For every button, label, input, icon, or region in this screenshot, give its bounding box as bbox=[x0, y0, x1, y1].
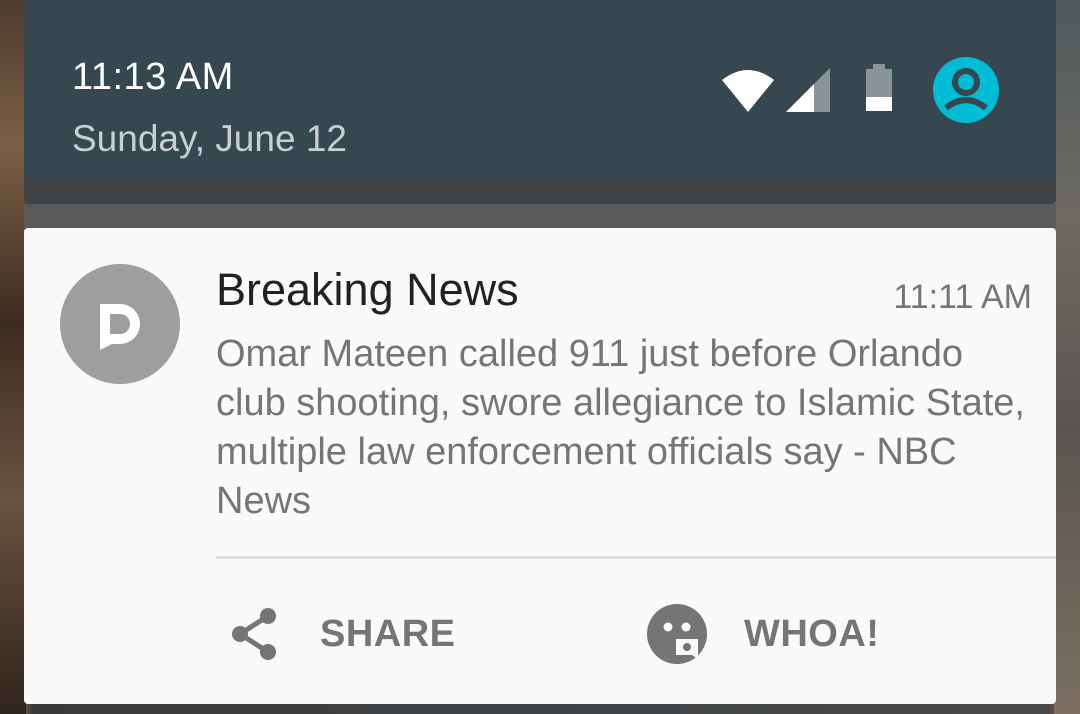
wifi-icon bbox=[722, 70, 774, 112]
notification-time: 11:11 AM bbox=[893, 278, 1032, 316]
share-button[interactable]: SHARE bbox=[228, 602, 456, 666]
notification-card[interactable]: Breaking News 11:11 AM Omar Mateen calle… bbox=[24, 228, 1056, 704]
status-clock: 11:13 AM bbox=[72, 56, 234, 98]
account-icon[interactable] bbox=[932, 56, 1000, 124]
whoa-face-icon bbox=[647, 604, 707, 664]
shade-scrim bbox=[24, 204, 1056, 228]
cell-signal-icon bbox=[786, 68, 830, 112]
header-shadow bbox=[24, 180, 1056, 204]
app-logo-icon bbox=[60, 264, 180, 384]
wallpaper-left bbox=[0, 0, 26, 714]
wallpaper-right bbox=[1054, 0, 1080, 714]
notification-body: Omar Mateen called 911 just before Orlan… bbox=[216, 333, 1025, 522]
whoa-label: WHOA! bbox=[744, 612, 880, 655]
notification-title: Breaking News bbox=[216, 264, 519, 315]
status-date: Sunday, June 12 bbox=[72, 118, 347, 159]
share-icon bbox=[232, 608, 276, 660]
share-label: SHARE bbox=[320, 612, 456, 655]
battery-icon bbox=[866, 64, 892, 111]
whoa-button[interactable]: WHOA! bbox=[646, 602, 879, 666]
action-divider bbox=[216, 556, 1056, 559]
